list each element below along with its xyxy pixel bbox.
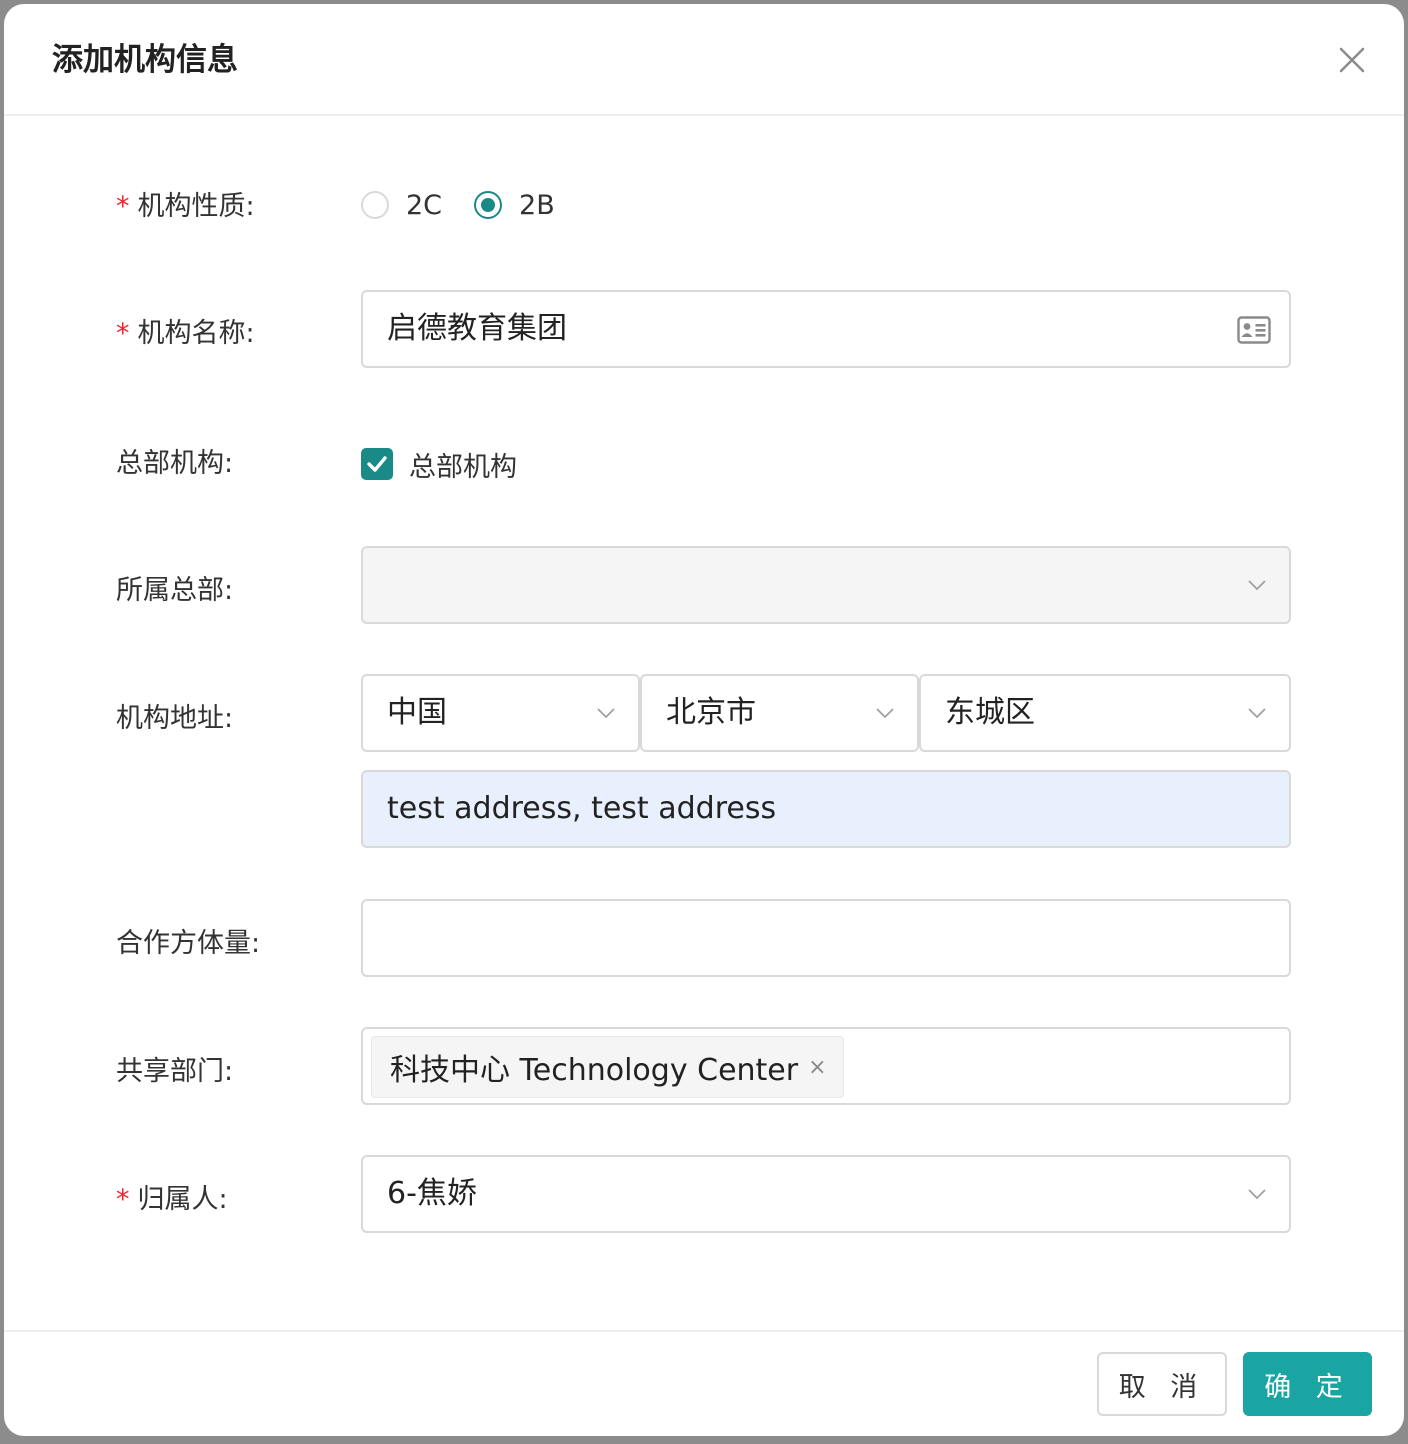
name-label: * 机构名称: <box>116 318 255 349</box>
parent-hq-label: 所属总部: <box>116 575 234 606</box>
radio-circle-2c[interactable] <box>361 191 389 219</box>
address-detail-input[interactable]: test address, test address <box>361 770 1291 848</box>
partner-size-label: 合作方体量: <box>116 928 261 959</box>
owner-label: * 归属人: <box>116 1184 228 1215</box>
radio-circle-2b[interactable] <box>474 191 503 219</box>
nature-radio-group: 2C 2B <box>361 185 587 225</box>
chevron-down-icon <box>1248 580 1266 591</box>
chevron-down-icon <box>1248 1189 1266 1200</box>
shared-dept-tag: 科技中心 Technology Center × <box>371 1036 844 1098</box>
partner-size-input[interactable] <box>361 899 1291 977</box>
cancel-button[interactable]: 取 消 <box>1097 1352 1227 1416</box>
confirm-button[interactable]: 确 定 <box>1243 1352 1372 1416</box>
radio-label-2c: 2C <box>406 189 443 221</box>
org-name-value: 启德教育集团 <box>387 311 567 346</box>
radio-2c[interactable]: 2C <box>361 190 442 221</box>
country-select[interactable]: 中国 <box>361 674 640 752</box>
radio-label-2b: 2B <box>519 189 555 221</box>
shared-dept-select[interactable]: 科技中心 Technology Center × <box>361 1027 1291 1105</box>
chevron-down-icon <box>597 708 615 719</box>
tag-label: 科技中心 Technology Center <box>390 1053 799 1088</box>
close-icon[interactable] <box>1332 40 1372 80</box>
tag-close-icon[interactable]: × <box>808 1055 826 1080</box>
address-label: 机构地址: <box>116 703 234 734</box>
dialog-footer: 取 消 确 定 <box>4 1330 1404 1436</box>
city-select[interactable]: 北京市 <box>640 674 919 752</box>
headquarters-checkbox-label: 总部机构 <box>409 451 517 483</box>
checkbox-checked-icon[interactable] <box>361 448 393 480</box>
radio-2b[interactable]: 2B <box>474 190 555 221</box>
dialog-title: 添加机构信息 <box>52 42 238 78</box>
district-value: 东城区 <box>945 695 1035 730</box>
country-value: 中国 <box>387 695 447 730</box>
district-select[interactable]: 东城区 <box>919 674 1291 752</box>
required-mark: * <box>116 191 130 222</box>
shared-dept-label: 共享部门: <box>116 1056 234 1087</box>
headquarters-checkbox[interactable]: 总部机构 <box>361 444 517 484</box>
owner-select[interactable]: 6-焦娇 <box>361 1155 1291 1233</box>
nature-label: * 机构性质: <box>116 191 255 222</box>
required-mark: * <box>116 1184 130 1215</box>
chevron-down-icon <box>1248 708 1266 719</box>
address-detail-value: test address, test address <box>387 791 777 826</box>
org-name-input[interactable]: 启德教育集团 <box>361 290 1291 368</box>
add-organization-dialog: 添加机构信息 * 机构性质: 2C 2B * 机构名称: 启德教育集团 总部机构… <box>4 4 1404 1436</box>
required-mark: * <box>116 318 130 349</box>
dialog-header: 添加机构信息 <box>4 4 1404 116</box>
parent-hq-select[interactable] <box>361 546 1291 624</box>
headquarters-label: 总部机构: <box>116 448 234 479</box>
contact-card-icon[interactable] <box>1237 316 1271 344</box>
chevron-down-icon <box>876 708 894 719</box>
owner-value: 6-焦娇 <box>387 1176 477 1211</box>
city-value: 北京市 <box>666 695 756 730</box>
